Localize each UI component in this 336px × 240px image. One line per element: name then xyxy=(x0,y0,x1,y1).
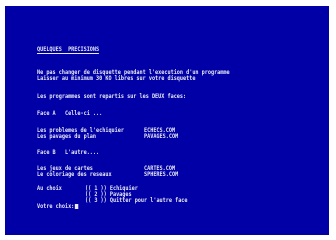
input-line[interactable]: Votre choix: xyxy=(37,204,79,210)
face-a-item-file: PAVAGES.COM xyxy=(144,133,179,140)
menu-prompt: Au choix xyxy=(37,185,62,192)
input-prompt: Votre choix: xyxy=(37,203,75,210)
face-b-item-label: Le coloriage des reseaux xyxy=(37,171,112,178)
face-b-header: Face B L'autre.... xyxy=(37,149,100,156)
face-b-item-file: SPHERES.COM xyxy=(144,171,179,178)
menu-option-quitter[interactable]: (( 3 )) Quitter pour l'autre face xyxy=(85,198,188,204)
programs-intro: Les programmes sont repartis sur les DEU… xyxy=(37,93,187,100)
screen-title: QUELQUES PRECISIONS xyxy=(37,46,100,54)
text-cursor xyxy=(75,204,79,209)
face-a-header: Face A Celle-ci ... xyxy=(37,110,103,117)
face-a-item-label: Les pavages du plan xyxy=(37,133,97,140)
dos-screen: QUELQUES PRECISIONS Ne pas changer de di… xyxy=(5,6,329,235)
notice-line-2: Laisser au minimum 30 KO libres sur votr… xyxy=(37,75,196,82)
